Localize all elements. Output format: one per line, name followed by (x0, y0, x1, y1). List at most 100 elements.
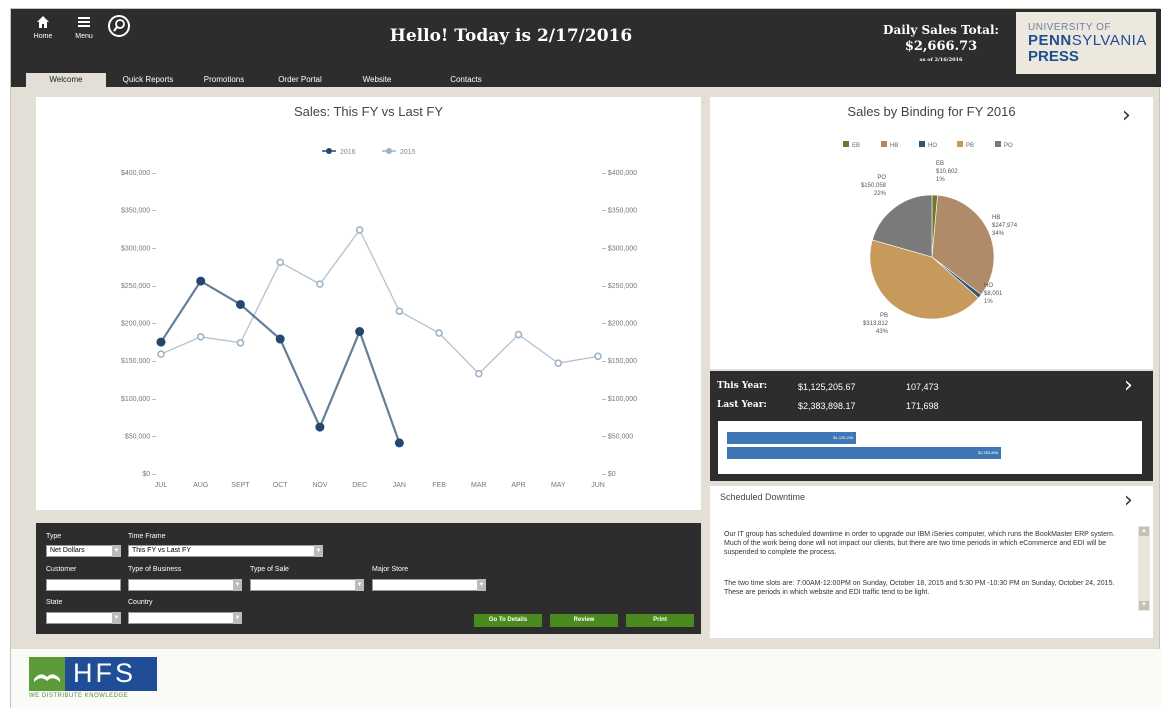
hamburger-icon (69, 15, 99, 33)
greeting-title: Hello! Today is 2/17/2016 (389, 26, 633, 46)
scroll-up-icon[interactable]: ▲ (1139, 527, 1149, 536)
type-of-sale-label: Type of Sale (250, 566, 289, 573)
y-tick-left: $200,000 – (121, 321, 156, 328)
pie-data-label-HO: HO (984, 283, 993, 289)
pie-legend-label-EB: EB (852, 143, 860, 149)
x-tick-label: FEB (432, 482, 446, 489)
footer: HFS WE DISTRIBUTE KNOWLEDGE (11, 649, 1161, 709)
downtime-scrollbar[interactable]: ▲ ▼ (1138, 526, 1150, 611)
pie-data-label-PO: 22% (874, 191, 887, 197)
tab-website[interactable]: Website (352, 73, 402, 87)
pie-legend-swatch-HO (919, 141, 925, 147)
last-year-units: 171,698 (906, 401, 939, 411)
home-label: Home (33, 33, 53, 40)
chevron-down-icon: ▼ (355, 579, 364, 591)
type-select[interactable]: Net Dollars ▼ (46, 545, 121, 557)
major-store-select[interactable]: ▼ (372, 579, 486, 591)
y-tick-right: – $100,000 (602, 396, 637, 403)
pie-data-label-EB: 1% (936, 177, 945, 183)
data-point-2016 (156, 337, 166, 347)
pie-data-label-HB: $247,974 (992, 223, 1018, 229)
x-tick-label: NOV (312, 482, 328, 489)
pie-legend-label-PB: PB (966, 143, 974, 149)
dashboard-frame: Home Menu Hello! Today is 2/17/2016 Dail… (10, 8, 1161, 709)
data-point-2015 (236, 339, 245, 347)
pie-legend-swatch-EB (843, 141, 849, 147)
tab-quick-reports[interactable]: Quick Reports (110, 73, 186, 87)
type-label: Type (46, 533, 62, 540)
go-to-details-button[interactable]: Go To Details (474, 614, 542, 627)
downtime-paragraph-1: Our IT group has scheduled downtime in o… (724, 531, 1115, 556)
hfs-logo-text: HFS (73, 658, 136, 688)
data-point-2015 (316, 280, 324, 288)
home-button[interactable]: Home (31, 15, 55, 40)
data-point-2016 (235, 299, 245, 309)
y-tick-right: – $0 (602, 471, 616, 478)
data-point-2016 (275, 334, 285, 344)
daily-sales-value: $2,666.73 (904, 39, 978, 54)
country-select[interactable]: ▼ (128, 612, 242, 624)
type-of-sale-select[interactable]: ▼ (250, 579, 364, 591)
x-tick-label: APR (511, 482, 525, 489)
menu-button[interactable]: Menu (69, 15, 99, 40)
data-point-2015 (475, 369, 483, 378)
filter-panel: Type Net Dollars ▼ Time Frame This FY vs … (36, 523, 701, 634)
pie-data-label-EB: $10,602 (936, 169, 958, 175)
pie-legend-label-HB: HB (890, 143, 898, 149)
downtime-paragraph-2: The two time slots are: 7:00AM-12:00PM o… (724, 580, 1115, 596)
type-of-business-select[interactable]: ▼ (128, 579, 242, 591)
review-button[interactable]: Review (550, 614, 618, 627)
legend-label-2015: 2015 (400, 149, 416, 156)
y-tick-left: $400,000 – (121, 170, 156, 177)
x-tick-label: OCT (273, 482, 289, 489)
print-button[interactable]: Print (626, 614, 694, 627)
data-point-2015 (554, 359, 563, 367)
search-button[interactable] (107, 14, 131, 38)
state-label: State (46, 599, 63, 606)
y-tick-right: – $50,000 (602, 433, 633, 440)
y-tick-right: – $400,000 (602, 170, 637, 177)
type-of-business-label: Type of Business (128, 566, 182, 573)
data-point-2016 (315, 422, 325, 432)
daily-sales: Daily Sales Total: $2,666.73 as of 2/16/… (871, 23, 1011, 63)
this-year-label: This Year: (717, 381, 768, 391)
data-point-2016 (355, 327, 365, 337)
upenn-press-logo: UNIVERSITY OF PENNSYLVANIA PRESS (1016, 12, 1156, 74)
x-tick-label: JUN (591, 482, 605, 489)
data-point-2015 (435, 329, 443, 337)
pie-data-label-PB: PB (880, 313, 888, 319)
scroll-down-icon[interactable]: ▼ (1139, 601, 1149, 610)
pie-data-label-PO: PO (877, 175, 886, 181)
customer-input[interactable] (46, 579, 121, 591)
y-tick-right: – $250,000 (602, 283, 637, 290)
downtime-next-chevron-icon[interactable]: › (1124, 488, 1133, 513)
logo-line2-bold: PENN (1028, 32, 1072, 49)
pie-data-label-EB: EB (936, 161, 944, 167)
y-tick-right: – $350,000 (602, 208, 637, 215)
y-tick-right: – $300,000 (602, 245, 637, 252)
timeframe-label: Time Frame (128, 533, 166, 540)
timeframe-select-value: This FY vs Last FY (132, 547, 191, 554)
tab-contacts[interactable]: Contacts (436, 73, 496, 87)
last-year-amount: $2,383,898.17 (798, 401, 856, 411)
tab-order-portal[interactable]: Order Portal (264, 73, 336, 87)
pie-data-label-HO: 1% (984, 299, 993, 305)
year-next-chevron-icon[interactable]: › (1124, 373, 1133, 398)
data-point-2016 (394, 438, 404, 448)
x-tick-label: DEC (352, 482, 367, 489)
pie-data-label-HO: $8,001 (984, 291, 1003, 297)
logo-line2-rest: SYLVANIA (1071, 32, 1147, 49)
chevron-down-icon: ▼ (112, 545, 121, 557)
y-tick-left: $250,000 – (121, 283, 156, 290)
y-tick-right: – $200,000 (602, 321, 637, 328)
daily-sales-asof: as of 2/16/2016 (919, 57, 963, 63)
tab-promotions[interactable]: Promotions (192, 73, 256, 87)
timeframe-select[interactable]: This FY vs Last FY ▼ (128, 545, 323, 557)
this-year-amount: $1,125,205.67 (798, 382, 856, 392)
tab-welcome[interactable]: Welcome (26, 73, 106, 87)
daily-sales-title: Daily Sales Total: (883, 23, 999, 37)
y-tick-left: $50,000 – (125, 433, 156, 440)
state-select[interactable]: ▼ (46, 612, 121, 624)
x-tick-label: AUG (193, 482, 208, 489)
y-tick-left: $100,000 – (121, 396, 156, 403)
